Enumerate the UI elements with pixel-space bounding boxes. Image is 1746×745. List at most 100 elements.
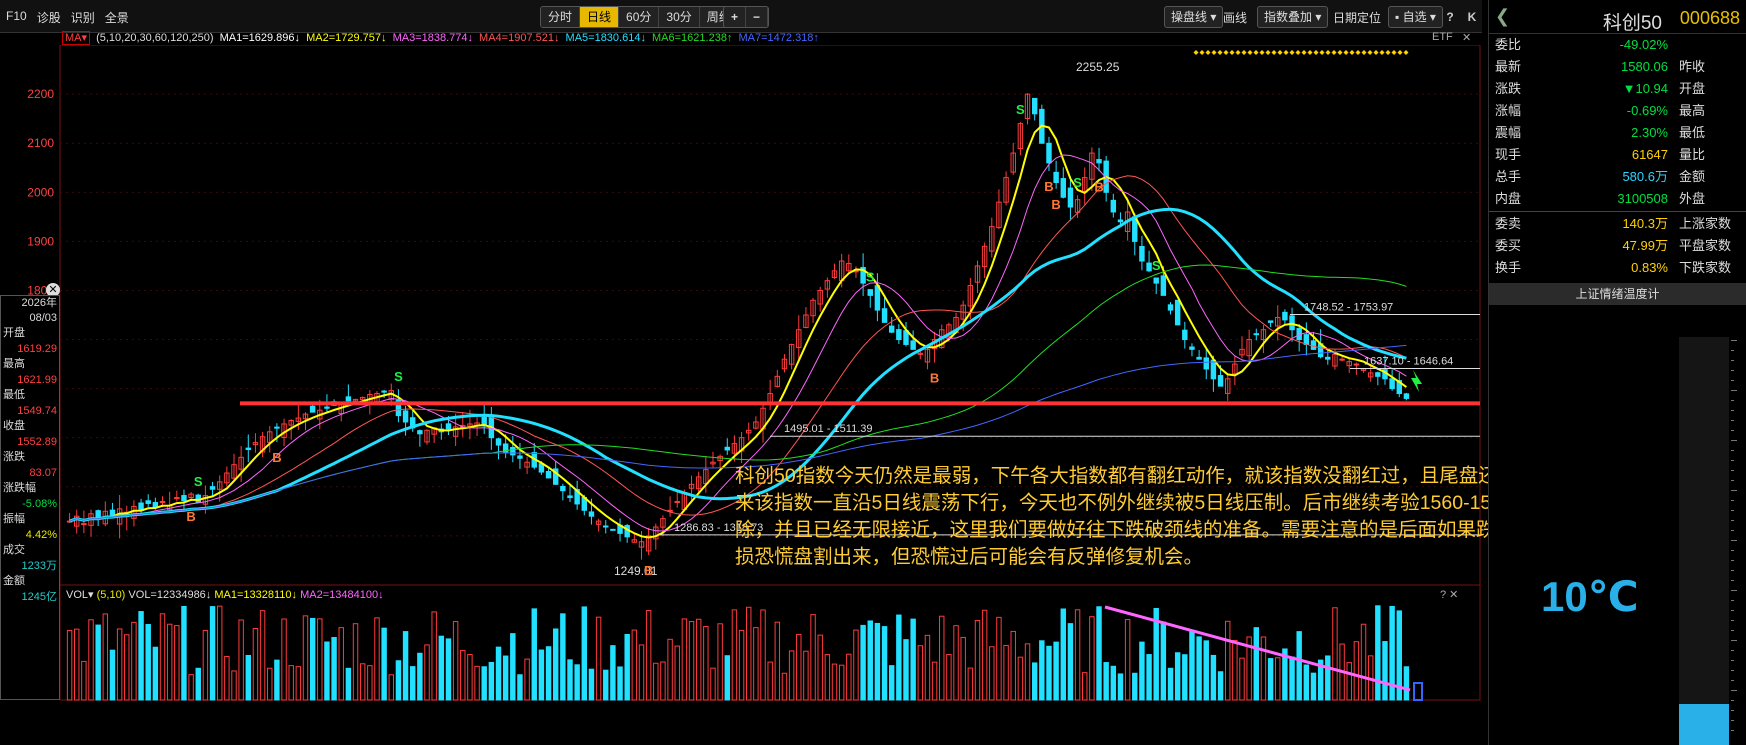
volume-bar [88,619,94,701]
volume-panel-frame [59,584,1481,701]
volume-bar [1382,641,1388,701]
diagnose-button[interactable]: 诊股 [37,9,61,26]
diamond-marker [1217,50,1223,55]
diamond-marker [1259,50,1265,55]
trading-line-dropdown[interactable]: 操盘线 ▾ [1164,6,1224,28]
volume-bar [1160,621,1167,701]
diamond-marker [1283,50,1289,55]
main-panel-close-icon[interactable]: ✕ [1462,31,1471,44]
volume-bar [817,634,823,701]
quote-right-label: 下跌家数 [1679,260,1732,275]
volume-bar [445,638,452,701]
period-30min[interactable]: 30分 [659,7,700,27]
zoom-in-button[interactable]: + [724,7,747,27]
quote-row: 震幅 2.30% 最低 [1489,122,1746,144]
volume-bar [1074,609,1081,701]
watchlist-dropdown[interactable]: ▪ 自选 ▾ [1388,6,1443,28]
crosshair-label: 涨跌幅 [3,482,36,494]
identify-button[interactable]: 识别 [71,9,95,26]
diamond-marker [1373,50,1379,55]
candle-body [1182,329,1188,341]
volume-bar [796,633,802,701]
volume-bar [703,626,709,701]
volume-bar [166,623,173,701]
draw-line-button[interactable]: 画线 [1223,9,1247,26]
volume-bar [746,606,752,701]
volume-bar [560,613,566,701]
volume-bar [238,619,244,701]
candle-body [610,528,616,531]
crosshair-label: 最高 [3,358,25,370]
y-tick-label: 2200 [27,87,54,101]
volume-bar [1146,654,1152,701]
volume-bar [274,659,280,701]
volume-bar [531,608,537,701]
y-tick-label: 2100 [27,136,54,150]
volume-bar [331,637,337,701]
volume-bar [810,614,816,701]
volume-bar [617,666,623,701]
index-overlay-dropdown[interactable]: 指数叠加 ▾ [1257,6,1329,28]
back-arrow-icon[interactable]: ❮ [1495,6,1510,27]
candle-body [603,525,609,528]
period-daily[interactable]: 日线 [580,7,620,27]
period-selector: 分时 日线 60分 30分 周线 ▾ [540,6,750,28]
candle-body [1031,97,1038,115]
period-60min[interactable]: 60分 [619,7,660,27]
candle-body [881,308,888,323]
diamond-marker [1289,50,1295,55]
buy-signal: B [1051,197,1060,212]
quote-label: 最新 [1495,59,1522,74]
candle-body [1067,187,1074,208]
diamond-marker [1211,50,1217,55]
thermometer-bar [1679,337,1729,745]
volume-bar [424,644,430,701]
collapse-icon[interactable]: K [1462,7,1482,27]
diamond-marker [1397,50,1403,55]
volume-bar [1067,623,1074,701]
diamond-marker [1295,50,1301,55]
quote-row: 委卖 140.3万 上涨家数 [1489,213,1746,235]
quote-right-label: 平盘家数 [1679,238,1732,253]
candle-body [417,430,423,435]
volume-bar [574,664,580,701]
candle-body [517,455,523,459]
date-locate-button[interactable]: 日期定位 [1333,9,1381,26]
thermometer-fill [1679,704,1729,745]
thermometer-tick [1731,580,1734,581]
diamond-marker [1337,50,1343,55]
quote-value: 2.30% [1631,125,1668,140]
volume-bar [903,639,909,701]
thermometer-tick [1731,690,1737,691]
vol-indicator-tag[interactable]: VOL▾ [66,589,94,601]
temperature-value: 10℃ [1541,573,1639,620]
quote-right-label: 最低 [1679,125,1706,140]
candle-body [1196,356,1202,360]
volume-bar [624,633,630,701]
zoom-out-button[interactable]: − [746,7,769,27]
ma4-value: MA4=1907.521↓ [479,32,560,44]
period-intraday[interactable]: 分时 [541,7,581,27]
volume-bar [989,646,995,701]
diamond-marker [1325,50,1331,55]
volume-bar [524,658,530,701]
f10-button[interactable]: F10 [6,9,27,26]
sell-signal: S [1016,102,1025,117]
help-icon[interactable]: ? [1440,7,1460,27]
ma-indicator-tag[interactable]: MA▾ [62,31,91,45]
volume-bar [317,618,323,701]
crosshair-value: 1233万 [21,560,57,572]
panorama-button[interactable]: 全景 [105,9,129,26]
volume-bar [359,663,366,701]
sentiment-thermometer-button[interactable]: 上证情绪温度计 [1489,283,1746,305]
volume-bar [1124,619,1131,701]
volume-bar [109,649,116,701]
vol-panel-controls[interactable]: ? ✕ [1440,588,1458,601]
etf-label[interactable]: ETF [1432,31,1453,43]
candle-body [1110,199,1117,213]
kline-chart[interactable]: 2200210020001900180017001600150014001300… [0,45,1482,745]
volume-bar [1189,631,1195,701]
volume-bar [1239,657,1245,701]
buy-signal: B [930,371,939,386]
volume-bar [1182,654,1188,701]
